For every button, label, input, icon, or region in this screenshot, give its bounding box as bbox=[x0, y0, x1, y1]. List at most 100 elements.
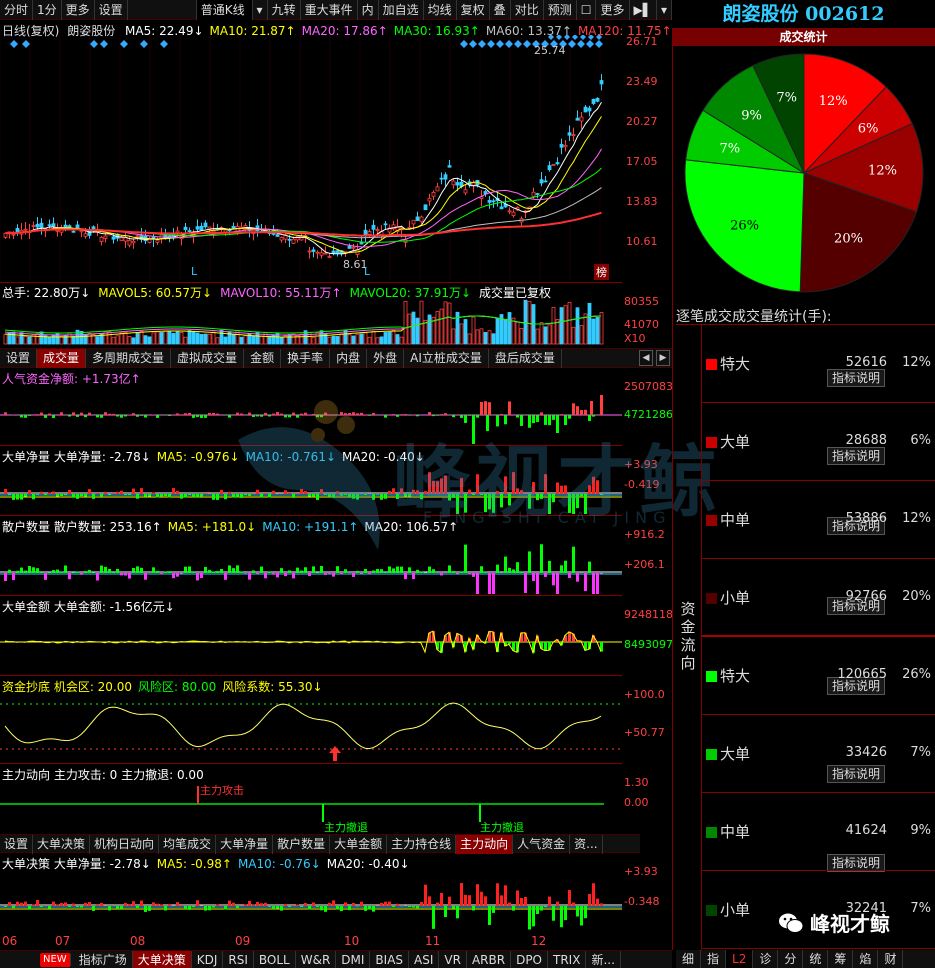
indicator-bar bbox=[316, 415, 319, 418]
indicator-tab[interactable]: AI立桩成交量 bbox=[404, 349, 489, 368]
right-tab[interactable]: 统 bbox=[803, 950, 829, 968]
indicator-bar bbox=[148, 906, 151, 911]
indicator-bar bbox=[108, 494, 111, 495]
indicator-tab[interactable]: 大单决策 bbox=[33, 835, 91, 854]
indicator-tab[interactable]: 金额 bbox=[244, 349, 282, 368]
indicator-tab[interactable]: 机构日动向 bbox=[90, 835, 160, 854]
tabs-scroll-left-icon[interactable]: ◀ bbox=[639, 350, 653, 366]
indicator-bar bbox=[560, 906, 563, 928]
indicator-chart[interactable] bbox=[0, 871, 622, 931]
major-event-button[interactable]: 重大事件 bbox=[301, 0, 358, 20]
indicator-tab[interactable]: 盘后成交量 bbox=[489, 349, 562, 368]
indicator-bar bbox=[440, 573, 443, 576]
panel-value: 人气资金净额: +1.73亿↑ bbox=[2, 372, 141, 386]
bottom-tab[interactable]: RSI bbox=[223, 951, 254, 968]
add-watchlist-button[interactable]: 加自选 bbox=[379, 0, 424, 20]
bottom-tab[interactable]: ARBR bbox=[467, 951, 512, 968]
bottom-tab[interactable]: DMI bbox=[336, 951, 371, 968]
indicator-bar bbox=[252, 415, 255, 417]
indicator-bar bbox=[80, 573, 83, 575]
volume-chart[interactable] bbox=[0, 298, 622, 346]
indicator-bar bbox=[324, 573, 327, 575]
right-tab[interactable]: 焰 bbox=[853, 950, 879, 968]
indicator-tab[interactable]: 虚拟成交量 bbox=[171, 349, 245, 368]
indicator-tab[interactable]: 主力动向 bbox=[456, 835, 514, 854]
indicator-bar bbox=[456, 906, 459, 919]
indicator-tab[interactable]: 内盘 bbox=[330, 349, 368, 368]
nine-turn-button[interactable]: 九转 bbox=[268, 0, 301, 20]
rank-badge[interactable]: 榜 bbox=[594, 264, 609, 280]
bottom-tab[interactable]: BIAS bbox=[370, 951, 410, 968]
indicator-tab[interactable]: 资... bbox=[570, 835, 603, 854]
kline-chart[interactable] bbox=[0, 35, 622, 280]
inner-button[interactable]: 内 bbox=[358, 0, 379, 20]
menu-arrow-icon[interactable]: ▾ bbox=[657, 0, 672, 20]
checkbox-icon[interactable]: ☐ bbox=[577, 0, 597, 20]
indicator-chart[interactable] bbox=[0, 694, 622, 762]
right-tab[interactable]: 财 bbox=[878, 950, 904, 968]
chart-type-dropdown[interactable]: 普通K线 bbox=[196, 0, 253, 20]
indicator-chart[interactable] bbox=[0, 464, 622, 514]
indicator-tab[interactable]: 主力持仓线 bbox=[387, 835, 457, 854]
indicator-bar bbox=[68, 906, 71, 908]
volume-bar bbox=[163, 330, 168, 345]
overlay-button[interactable]: 叠 bbox=[490, 0, 511, 20]
bottom-tab[interactable]: VR bbox=[439, 951, 467, 968]
indicator-chart[interactable] bbox=[0, 386, 622, 444]
indicator-chart[interactable] bbox=[0, 534, 622, 594]
right-tab[interactable]: L2 bbox=[726, 950, 754, 968]
tab-settings[interactable]: 设置 bbox=[95, 0, 128, 20]
tab-more[interactable]: 更多 bbox=[62, 0, 95, 20]
bottom-tabs: NEW 指标广场 大单决策 KDJ RSI BOLL W&R DMI BIAS ASI VR ARBR… bbox=[0, 950, 672, 968]
indicator-tab[interactable]: 外盘 bbox=[367, 349, 405, 368]
right-tab[interactable]: 指 bbox=[701, 950, 727, 968]
compare-button[interactable]: 对比 bbox=[511, 0, 544, 20]
right-tab[interactable]: 诊 bbox=[753, 950, 779, 968]
indicator-tab[interactable]: 均笔成交 bbox=[159, 835, 217, 854]
bottom-tab[interactable]: BOLL bbox=[254, 951, 296, 968]
indicator-bar bbox=[168, 415, 171, 416]
bottom-tab[interactable]: ASI bbox=[409, 951, 440, 968]
right-tab[interactable]: 分 bbox=[778, 950, 804, 968]
tab-timeshare[interactable]: 分时 bbox=[0, 0, 34, 20]
indicator-tab[interactable]: 大单净量 bbox=[216, 835, 274, 854]
indicator-tab[interactable]: 大单金额 bbox=[330, 835, 388, 854]
indicator-bar bbox=[348, 494, 351, 498]
indicator-chart[interactable] bbox=[0, 782, 622, 832]
indicator-bar bbox=[248, 412, 251, 415]
forecast-button[interactable]: 预测 bbox=[544, 0, 577, 20]
indicator-tab[interactable]: 成交量 bbox=[37, 349, 87, 368]
ma-button[interactable]: 均线 bbox=[424, 0, 457, 20]
exit-icon[interactable]: ▶▌ bbox=[630, 0, 657, 20]
indicator-bar bbox=[564, 560, 567, 573]
bottom-tab[interactable]: TRIX bbox=[548, 951, 587, 968]
indicator-tab[interactable]: 换手率 bbox=[281, 349, 331, 368]
tab-1min[interactable]: 1分 bbox=[33, 0, 62, 20]
indicator-chart[interactable] bbox=[0, 614, 622, 674]
tabs-scroll-right-icon[interactable]: ▶ bbox=[656, 350, 670, 366]
more-button[interactable]: 更多 bbox=[596, 0, 630, 20]
indicator-tab[interactable]: 散户数量 bbox=[273, 835, 331, 854]
right-tab[interactable]: 细 bbox=[676, 950, 702, 968]
indicator-tab[interactable]: 设置 bbox=[0, 835, 34, 854]
indicator-bar bbox=[208, 569, 211, 573]
stock-name: 朗姿股份 bbox=[722, 3, 799, 25]
bottom-tab[interactable]: KDJ bbox=[192, 951, 224, 968]
candle bbox=[167, 235, 172, 238]
stats-row-value: 33426 bbox=[845, 745, 887, 760]
indicator-bar bbox=[28, 566, 31, 573]
dropdown-arrow-icon[interactable]: ▾ bbox=[253, 0, 268, 20]
signal-diamond bbox=[556, 35, 562, 40]
indicator-tab[interactable]: 设置 bbox=[0, 349, 38, 368]
bottom-tab[interactable]: W&R bbox=[296, 951, 337, 968]
indicator-tab[interactable]: 多周期成交量 bbox=[86, 349, 172, 368]
adjust-button[interactable]: 复权 bbox=[457, 0, 490, 20]
bottom-tab[interactable]: 大单决策 bbox=[132, 951, 192, 968]
indicator-bar bbox=[184, 906, 187, 910]
bottom-tab[interactable]: DPO bbox=[511, 951, 548, 968]
indicator-bar bbox=[336, 491, 339, 494]
right-tab[interactable]: 筹 bbox=[828, 950, 854, 968]
indicator-tab[interactable]: 人气资金 bbox=[513, 835, 571, 854]
bottom-tab[interactable]: 指标广场 bbox=[74, 951, 133, 968]
bottom-tab[interactable]: 新... bbox=[586, 951, 621, 968]
